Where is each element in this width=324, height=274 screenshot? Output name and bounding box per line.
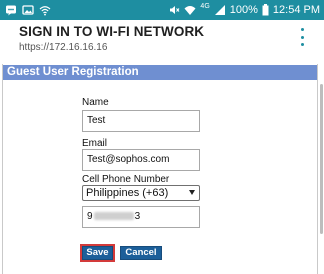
status-right-icons: 4G 100% 12:54 PM <box>168 2 320 18</box>
wifi-signal-icon <box>39 6 51 16</box>
scrollbar[interactable] <box>320 84 323 234</box>
country-code-value: Philippines (+63) <box>86 187 169 199</box>
phone-field[interactable]: 93 <box>82 206 200 228</box>
status-bar: 4G 100% 12:54 PM <box>0 0 324 20</box>
phone-label: Cell Phone Number <box>82 174 170 185</box>
mute-icon <box>170 6 180 14</box>
page-url: https://172.16.16.16 <box>19 42 108 53</box>
redacted-digits <box>93 212 134 221</box>
cell-signal-icon <box>214 5 225 15</box>
status-left-icons <box>5 3 51 17</box>
image-icon <box>22 5 34 15</box>
save-button[interactable]: Save <box>80 244 115 262</box>
clock: 12:54 PM <box>272 4 320 16</box>
battery-icon <box>262 4 269 16</box>
app-bar: SIGN IN TO WI-FI NETWORK https://172.16.… <box>0 20 324 58</box>
page-title: SIGN IN TO WI-FI NETWORK <box>19 24 205 39</box>
battery-percent: 100% <box>229 4 258 16</box>
email-label: Email <box>82 138 108 149</box>
phone-prefix: 9 <box>87 211 93 222</box>
wifi-icon <box>184 6 196 15</box>
section-header: Guest User Registration <box>3 65 317 80</box>
phone-suffix: 3 <box>134 211 141 222</box>
overflow-menu-icon[interactable] <box>298 28 306 46</box>
name-field[interactable]: Test <box>82 110 200 132</box>
name-label: Name <box>82 97 109 108</box>
cancel-button[interactable]: Cancel <box>120 246 162 260</box>
dropdown-arrow-icon <box>189 190 195 195</box>
country-code-select[interactable]: Philippines (+63) <box>82 185 200 201</box>
email-field[interactable]: Test@sophos.com <box>82 149 200 171</box>
notification-icon <box>6 5 16 16</box>
network-type-label: 4G <box>200 3 210 10</box>
